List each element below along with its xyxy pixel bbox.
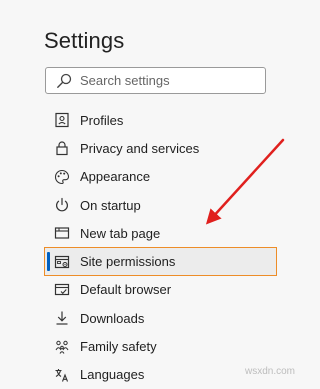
- nav-item-site-permissions[interactable]: Site permissions: [44, 247, 277, 276]
- family-icon: [53, 338, 71, 356]
- download-icon: [53, 309, 71, 327]
- nav-item-label: On startup: [80, 197, 141, 213]
- nav-item-label: Family safety: [80, 339, 157, 355]
- browser-icon: [53, 281, 71, 299]
- nav-item-label: Site permissions: [80, 254, 176, 270]
- nav-item-on-startup[interactable]: On startup: [45, 191, 275, 219]
- search-box[interactable]: [45, 67, 266, 94]
- profile-card-icon: [53, 111, 71, 129]
- search-icon: [56, 73, 72, 89]
- nav-item-languages[interactable]: Languages: [45, 361, 275, 389]
- nav-item-family-safety[interactable]: Family safety: [45, 332, 275, 360]
- nav-item-downloads[interactable]: Downloads: [45, 304, 275, 332]
- new-tab-icon: [53, 224, 71, 242]
- palette-icon: [53, 168, 71, 186]
- watermark: wsxdn.com: [244, 366, 295, 377]
- nav-item-label: Default browser: [80, 282, 172, 298]
- power-icon: [53, 196, 71, 214]
- page-title: Settings: [44, 28, 125, 53]
- nav-item-label: Privacy and services: [80, 140, 200, 156]
- nav-item-new-tab-page[interactable]: New tab page: [45, 219, 275, 247]
- lock-icon: [53, 139, 71, 157]
- language-icon: [53, 366, 71, 384]
- nav-item-label: Languages: [80, 367, 145, 383]
- nav-item-label: New tab page: [80, 225, 161, 241]
- settings-nav: Profiles Privacy and services Appearance…: [44, 106, 277, 389]
- nav-item-label: Downloads: [80, 310, 145, 326]
- settings-panel: Settings Profiles: [0, 0, 300, 382]
- nav-item-label: Profiles: [80, 112, 124, 128]
- nav-item-appearance[interactable]: Appearance: [45, 163, 275, 191]
- nav-item-profiles[interactable]: Profiles: [45, 106, 275, 134]
- nav-item-privacy[interactable]: Privacy and services: [45, 134, 275, 162]
- site-permissions-icon: [53, 253, 71, 271]
- search-input[interactable]: [80, 69, 260, 92]
- nav-item-label: Appearance: [80, 169, 151, 185]
- nav-item-default-browser[interactable]: Default browser: [45, 276, 275, 304]
